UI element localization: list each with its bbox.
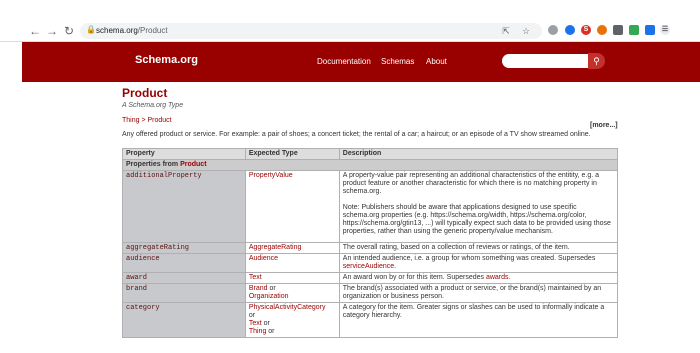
description-end: . xyxy=(508,274,511,281)
type-link[interactable]: Organization xyxy=(249,293,289,300)
table-row: additionalProperty PropertyValue A prope… xyxy=(122,170,619,243)
url-host: schema.org xyxy=(96,26,138,35)
property-name[interactable]: audience xyxy=(122,253,246,273)
extension-square-icon[interactable] xyxy=(645,25,655,35)
puzzle-icon[interactable]: ☰ xyxy=(660,25,670,35)
extension-s-icon[interactable]: S xyxy=(581,25,591,35)
breadcrumb-separator: > xyxy=(139,117,148,124)
extension-orange-icon[interactable] xyxy=(597,25,607,35)
table-row: audience Audience An intended audience, … xyxy=(122,253,619,273)
site-header: Schema.org Documentation Schemas About ⚲ xyxy=(22,42,700,82)
type-link[interactable]: AggregateRating xyxy=(249,244,302,251)
extension-blue-icon[interactable] xyxy=(565,25,575,35)
section-prefix: Properties from xyxy=(126,161,181,168)
nav-about[interactable]: About xyxy=(426,57,447,66)
supersedes-link[interactable]: serviceAudience xyxy=(343,263,394,270)
share-icon[interactable]: ⇱ xyxy=(500,25,512,37)
url-text: schema.org/Product xyxy=(96,25,168,37)
property-description: A category for the item. Greater signs o… xyxy=(338,302,619,338)
table-row: award Text An award won by or for this i… xyxy=(122,272,619,284)
header-description: Description xyxy=(338,148,619,160)
type-link[interactable]: Text xyxy=(249,320,262,327)
expected-type: AggregateRating xyxy=(244,242,340,254)
page-subtitle: A Schema.org Type xyxy=(122,102,184,109)
table-row: aggregateRating AggregateRating The over… xyxy=(122,242,619,254)
header-property: Property xyxy=(122,148,246,160)
search-icon: ⚲ xyxy=(593,56,600,66)
search-input[interactable] xyxy=(502,54,588,68)
expected-type: Text xyxy=(244,272,340,284)
property-description: The brand(s) associated with a product o… xyxy=(338,283,619,303)
or-separator: or xyxy=(261,320,270,327)
table-header-row: Property Expected Type Description xyxy=(122,148,619,160)
type-description: Any offered product or service. For exam… xyxy=(122,131,591,138)
property-description: An award won by or for this item. Supers… xyxy=(338,272,619,284)
property-description: The overall rating, based on a collectio… xyxy=(338,242,619,254)
type-link[interactable]: PhysicalActivityCategory xyxy=(249,304,326,311)
expected-type: Brand or Organization xyxy=(244,283,340,303)
extension-green-icon[interactable] xyxy=(629,25,639,35)
address-bar[interactable]: 🔒 schema.org/Product ⇱ ☆ xyxy=(80,23,542,39)
reload-icon[interactable]: ↻ xyxy=(62,24,76,38)
property-name[interactable]: aggregateRating xyxy=(122,242,246,254)
breadcrumb-thing[interactable]: Thing xyxy=(122,117,140,124)
or-separator: or xyxy=(267,285,276,292)
breadcrumb: Thing > Product xyxy=(122,116,620,125)
table-row: brand Brand or Organization The brand(s)… xyxy=(122,283,619,303)
or-separator: or xyxy=(266,328,275,335)
property-name[interactable]: award xyxy=(122,272,246,284)
search-button[interactable]: ⚲ xyxy=(588,53,605,69)
type-link[interactable]: Brand xyxy=(249,285,268,292)
star-icon[interactable]: ☆ xyxy=(520,25,532,37)
or-separator: or xyxy=(248,312,256,319)
extension-icon[interactable] xyxy=(548,25,558,35)
camera-icon[interactable] xyxy=(613,25,623,35)
expected-type: Audience xyxy=(244,253,340,273)
url-path: /Product xyxy=(137,26,168,35)
site-logo[interactable]: Schema.org xyxy=(135,54,198,66)
nav-documentation[interactable]: Documentation xyxy=(317,57,371,66)
type-link[interactable]: Text xyxy=(249,274,262,281)
section-heading: Properties from Product xyxy=(122,159,618,171)
supersedes-link[interactable]: awards xyxy=(486,274,509,281)
description-text: An award won by or for this item. Supers… xyxy=(342,274,486,281)
main-content: Product A Schema.org Type Thing > Produc… xyxy=(122,86,620,138)
type-link[interactable]: Audience xyxy=(249,255,278,262)
description-note: Note: Publishers should be aware that ap… xyxy=(342,204,611,235)
expected-type: PhysicalActivityCategory or Text or Thin… xyxy=(244,302,340,338)
section-link-product[interactable]: Product xyxy=(180,161,206,168)
lock-icon: 🔒 xyxy=(86,25,96,34)
type-link[interactable]: Thing xyxy=(249,328,267,335)
description-text: An intended audience, i.e. a group for w… xyxy=(342,255,596,262)
property-description: An intended audience, i.e. a group for w… xyxy=(338,253,619,273)
property-name[interactable]: brand xyxy=(122,283,246,303)
header-expected-type: Expected Type xyxy=(244,148,340,160)
table-row: category PhysicalActivityCategory or Tex… xyxy=(122,302,619,338)
properties-table: Property Expected Type Description Prope… xyxy=(122,148,619,338)
description-text: A property-value pair representing an ad… xyxy=(342,172,600,195)
arrow-left-icon[interactable]: ← xyxy=(28,24,42,38)
expected-type: PropertyValue xyxy=(244,170,340,243)
nav-schemas[interactable]: Schemas xyxy=(381,57,414,66)
section-row: Properties from Product xyxy=(122,159,618,171)
property-description: A property-value pair representing an ad… xyxy=(338,170,619,243)
property-name[interactable]: additionalProperty xyxy=(122,170,246,243)
property-name[interactable]: category xyxy=(122,302,246,338)
browser-toolbar: ← → ↻ 🔒 schema.org/Product ⇱ ☆ S ☰ xyxy=(0,20,700,42)
breadcrumb-product[interactable]: Product xyxy=(148,117,172,124)
arrow-right-icon[interactable]: → xyxy=(45,24,59,38)
more-link[interactable]: [more...] xyxy=(590,122,618,129)
description-end: . xyxy=(394,263,397,270)
page-title: Product xyxy=(122,86,168,100)
type-link[interactable]: PropertyValue xyxy=(249,172,293,179)
